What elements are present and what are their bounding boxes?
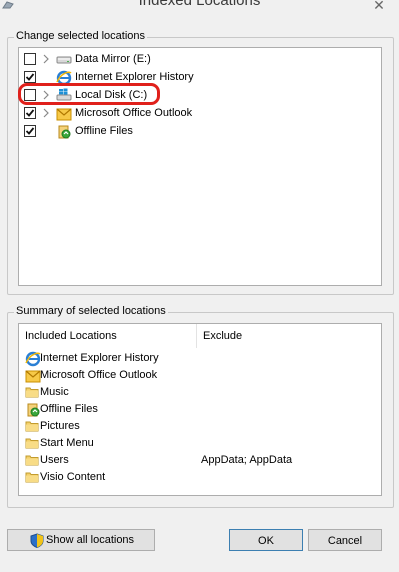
location-checkbox[interactable]	[24, 107, 36, 119]
included-location-label: Microsoft Office Outlook	[40, 369, 158, 381]
summary-legend: Summary of selected locations	[14, 305, 168, 317]
included-location-label: Users	[40, 454, 69, 466]
summary-row[interactable]: Offline Files	[19, 401, 381, 418]
included-location-label: Offline Files	[40, 403, 98, 415]
close-button[interactable]: ✕	[364, 0, 394, 16]
chevron-right-icon[interactable]	[42, 108, 50, 121]
title-bar: Indexed Locations ✕	[0, 0, 399, 16]
show-all-locations-label: Show all locations	[46, 534, 135, 546]
folder-icon	[25, 470, 39, 487]
chevron-right-icon[interactable]	[42, 54, 50, 67]
change-locations-legend: Change selected locations	[14, 30, 148, 42]
folder-icon	[25, 419, 39, 436]
cancel-button[interactable]: Cancel	[308, 529, 382, 551]
included-location-label: Pictures	[40, 420, 80, 432]
summary-row[interactable]: Pictures	[19, 418, 381, 435]
location-label: Internet Explorer History	[75, 71, 194, 83]
folder-icon	[25, 453, 39, 470]
location-label: Microsoft Office Outlook	[75, 107, 193, 119]
shield-icon	[30, 533, 44, 555]
column-header-exclude[interactable]: Exclude	[197, 324, 381, 348]
folder-icon	[25, 385, 39, 402]
location-label: Data Mirror (E:)	[75, 53, 151, 65]
summary-row[interactable]: Start Menu	[19, 435, 381, 452]
included-location-label: Visio Content	[40, 471, 106, 483]
summary-row[interactable]: Music	[19, 384, 381, 401]
location-tree-item[interactable]: Data Mirror (E:)	[19, 51, 381, 69]
location-checkbox[interactable]	[24, 71, 36, 83]
location-checkbox[interactable]	[24, 53, 36, 65]
summary-row[interactable]: Internet Explorer History	[19, 350, 381, 367]
exclude-value: AppData; AppData	[201, 454, 293, 466]
included-location-label: Internet Explorer History	[40, 352, 159, 364]
ok-button[interactable]: OK	[229, 529, 303, 551]
summary-list[interactable]: Included Locations Exclude Internet Expl…	[18, 323, 382, 496]
drive-icon	[56, 52, 72, 69]
show-all-locations-button[interactable]: Show all locations	[7, 529, 155, 551]
folder-icon	[25, 436, 39, 453]
column-header-included[interactable]: Included Locations	[19, 324, 196, 348]
location-checkbox[interactable]	[24, 125, 36, 137]
included-location-label: Music	[40, 386, 69, 398]
window-title: Indexed Locations	[138, 0, 261, 9]
summary-row[interactable]: Users AppData; AppData	[19, 452, 381, 469]
summary-row[interactable]: Microsoft Office Outlook	[19, 367, 381, 384]
summary-row[interactable]: Visio Content	[19, 469, 381, 486]
location-tree-item[interactable]: Offline Files	[19, 123, 381, 141]
offline-files-icon	[56, 124, 72, 143]
included-location-label: Start Menu	[40, 437, 94, 449]
location-tree-item[interactable]: Microsoft Office Outlook	[19, 105, 381, 123]
local-disk-highlight	[18, 83, 160, 105]
location-label: Offline Files	[75, 125, 133, 137]
